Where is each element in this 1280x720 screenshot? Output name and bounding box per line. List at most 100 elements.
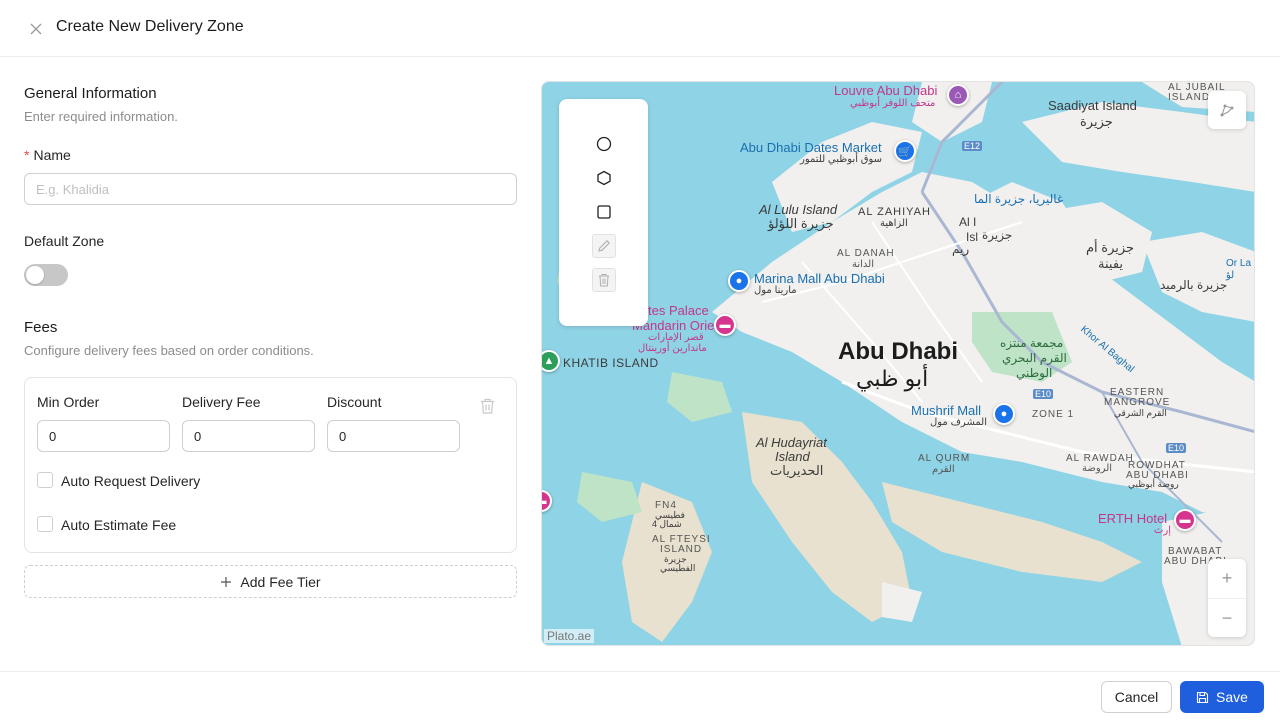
auto-request-label[interactable]: Auto Request Delivery xyxy=(61,473,200,489)
hotel-pin-icon[interactable]: ▬ xyxy=(714,314,736,336)
map-label-hudayriat-2: Island xyxy=(775,449,810,464)
save-icon xyxy=(1196,691,1209,703)
min-order-label: Min Order xyxy=(37,394,100,410)
map-label-mushrif: Mushrif Mall xyxy=(911,403,982,418)
map-label-al-danah-ar: الدانة xyxy=(852,259,874,270)
auto-estimate-label[interactable]: Auto Estimate Fee xyxy=(61,517,176,533)
shopping-cart-pin-icon[interactable]: 🛒 xyxy=(894,140,916,162)
zoom-in-icon[interactable]: + xyxy=(1208,559,1246,598)
map-label-khatib: KHATIB ISLAND xyxy=(563,356,659,370)
circle-tool-icon[interactable] xyxy=(592,132,616,156)
map-label-mangrove-ar: مجمعة منتزه xyxy=(1000,336,1064,350)
map-label-dates-market-ar: سوق أبوظبي للتمور xyxy=(800,154,883,165)
rectangle-tool-icon[interactable] xyxy=(592,200,616,224)
toggle-knob xyxy=(26,266,44,284)
map-label-louvre-ar: متحف اللوفر أبوظبي xyxy=(850,98,936,109)
map-label-mangrove-ar2: القرم البحري xyxy=(1002,351,1067,365)
map-label-fn4-ar2: شمال 4 xyxy=(652,519,682,529)
map-label-abu-dhabi-ar: أبو ظبي xyxy=(856,366,929,391)
map-label-al-lulu: Al Lulu Island xyxy=(759,202,838,217)
map-label-abu-dhabi: Abu Dhabi xyxy=(838,338,958,365)
general-info-title: General Information xyxy=(24,85,157,102)
plus-icon xyxy=(221,576,232,587)
map-label-um-yifeenah: جزيرة أم xyxy=(1086,240,1135,255)
name-label-text: Name xyxy=(33,147,71,163)
drawing-toolbar xyxy=(559,99,648,326)
modal-footer xyxy=(0,671,1280,720)
map-canvas[interactable]: Louvre Abu Dhabi متحف اللوفر أبوظبي ⌂ Ab… xyxy=(541,81,1255,646)
edit-tool-icon[interactable] xyxy=(592,234,616,258)
add-fee-tier-button[interactable]: Add Fee Tier xyxy=(24,565,517,598)
map-label-reem-ar2: ريم xyxy=(952,242,970,256)
map-label-reem-ar: جزيرة xyxy=(982,228,1013,242)
museum-pin-icon[interactable]: ⌂ xyxy=(947,84,969,106)
map-label-ramid: جزيرة بالرميد xyxy=(1160,278,1228,292)
map-label-dates-market: Abu Dhabi Dates Market xyxy=(740,140,882,155)
map-label-louvre: Louvre Abu Dhabi xyxy=(834,83,938,98)
zoom-out-icon[interactable]: − xyxy=(1208,598,1246,637)
map-label-al-rawdah-ar: الروضة xyxy=(1082,463,1113,474)
min-order-input[interactable] xyxy=(37,420,170,452)
modal-header: Create New Delivery Zone xyxy=(0,0,1280,57)
default-zone-label: Default Zone xyxy=(24,233,105,249)
shopping-bag-pin-icon[interactable]: ● xyxy=(728,270,750,292)
name-input[interactable] xyxy=(24,173,517,205)
map-label-erth: ERTH Hotel xyxy=(1098,511,1168,526)
save-button[interactable]: Save xyxy=(1180,681,1264,713)
general-info-subtitle: Enter required information. xyxy=(24,109,178,124)
shopping-bag-pin-icon-2[interactable]: ● xyxy=(993,403,1015,425)
auto-estimate-checkbox[interactable] xyxy=(37,516,53,532)
fees-subtitle: Configure delivery fees based on order c… xyxy=(24,343,314,358)
map-label-al-qurm-ar: القرم xyxy=(932,464,955,475)
required-mark: * xyxy=(24,147,30,163)
road-shield-e12: E12 xyxy=(962,141,983,151)
save-label: Save xyxy=(1216,689,1248,705)
add-fee-tier-label: Add Fee Tier xyxy=(240,573,321,590)
map-label-ora-la: Or La xyxy=(1226,258,1252,269)
discount-label: Discount xyxy=(327,394,382,410)
map-attribution: Plato.ae xyxy=(544,629,595,643)
map-label-saadiyat-ar: جزيرة xyxy=(1080,114,1113,129)
map-label-hudayriat: Al Hudayriat xyxy=(756,435,827,450)
map-label-marina-mall: Marina Mall Abu Dhabi xyxy=(754,271,885,286)
map-label-palace-ar: قصر الإمارات xyxy=(648,332,704,343)
map-label-mushrif-ar: المشرف مول xyxy=(930,417,987,428)
map-label-zone1: ZONE 1 xyxy=(1032,409,1075,420)
map-label-mangrove-ar3: الوطني xyxy=(1016,366,1053,380)
map-label-erth-ar: إرث xyxy=(1154,525,1172,536)
map-label-mandarin-ar: ماندارين أورينتال xyxy=(638,343,707,354)
delete-tool-icon[interactable] xyxy=(592,268,616,292)
map-label-al-lulu-ar: جزيرة اللؤلؤ xyxy=(768,216,834,231)
map-label-eastern-2: MANGROVE xyxy=(1104,397,1171,408)
map-label-al-qurm: AL QURM xyxy=(918,453,971,464)
delete-tier-icon[interactable] xyxy=(480,398,495,419)
delivery-fee-label: Delivery Fee xyxy=(182,394,261,410)
map-label-al-jubail-island: ISLAND xyxy=(1168,92,1211,103)
default-zone-toggle[interactable] xyxy=(24,264,68,286)
discount-input[interactable] xyxy=(327,420,460,452)
road-shield-e10-2: E10 xyxy=(1033,389,1054,399)
cancel-button[interactable]: Cancel xyxy=(1101,681,1172,713)
map-label-hudayriat-ar: الحديريات xyxy=(770,463,824,478)
map-label-al-reem-1: Al I xyxy=(959,215,977,229)
map-label-um-yifeenah-2: يفينة xyxy=(1098,256,1124,271)
map-label-galleria: غاليريا، جزيرة الما xyxy=(974,192,1064,206)
map-label-al-zahiyah: AL ZAHIYAH xyxy=(858,206,931,218)
delivery-fee-input[interactable] xyxy=(182,420,315,452)
road-shield-e10: E10 xyxy=(1166,443,1187,453)
map-label-ora-la-2: لؤ xyxy=(1226,270,1235,281)
auto-request-checkbox[interactable] xyxy=(37,472,53,488)
page-title: Create New Delivery Zone xyxy=(56,18,244,35)
map-label-saadiyat: Saadiyat Island xyxy=(1048,98,1137,113)
map-label-marina-mall-ar: مارينا مول xyxy=(754,285,797,296)
name-label: * Name xyxy=(24,147,71,163)
fees-title: Fees xyxy=(24,319,58,336)
close-icon[interactable] xyxy=(27,20,45,38)
map-label-eastern-ar: القرم الشرقي xyxy=(1114,408,1167,418)
map-label-al-fteysi-ar2: الفطيسي xyxy=(660,563,696,573)
zoom-controls: + − xyxy=(1208,559,1246,637)
polygon-tool-icon[interactable] xyxy=(592,166,616,190)
map-label-al-danah: AL DANAH xyxy=(837,248,895,259)
draw-shape-icon[interactable] xyxy=(1208,91,1246,129)
hotel-pin-icon-2[interactable]: ▬ xyxy=(1174,509,1196,531)
